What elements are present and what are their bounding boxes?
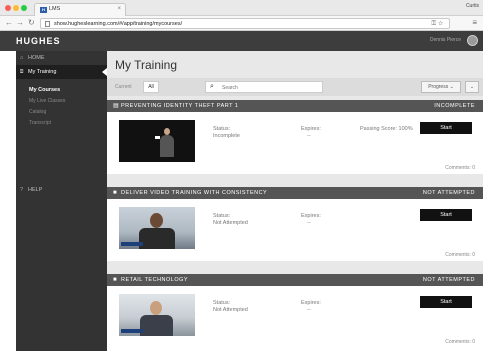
passing-score: Passing Score: 100% xyxy=(360,126,413,132)
sidebar-item-help[interactable]: ? HELP xyxy=(16,183,107,197)
address-bar[interactable]: show.hugheslearning.com/#/app/training/m… xyxy=(40,18,450,29)
presenter-body xyxy=(139,228,175,249)
filter-current[interactable]: Current xyxy=(115,84,132,90)
course-title[interactable]: DELIVER VIDEO TRAINING WITH CONSISTENCY xyxy=(121,187,267,199)
sidebar-item-catalog[interactable]: Catalog xyxy=(16,107,107,118)
presenter-head xyxy=(164,128,170,135)
course-thumbnail[interactable] xyxy=(119,294,195,336)
sidebar-item-transcript[interactable]: Transcript xyxy=(16,118,107,129)
user-name[interactable]: Dennis Pierce xyxy=(430,37,461,43)
key-star-icons[interactable]: ⚿☆ xyxy=(432,21,445,28)
expires-caption: Expires: xyxy=(301,126,321,132)
forward-arrow-icon[interactable]: → xyxy=(16,18,24,28)
course-thumbnail[interactable] xyxy=(119,120,195,162)
app-header: HUGHES Dennis Pierce xyxy=(0,31,483,51)
help-icon: ? xyxy=(20,187,24,193)
back-arrow-icon[interactable]: ← xyxy=(5,18,13,28)
presenter-head xyxy=(150,213,163,228)
reload-icon[interactable]: ↻ xyxy=(28,18,35,28)
lower-third-caption xyxy=(121,242,143,246)
presenter-body xyxy=(140,315,173,336)
sidebar-item-label: My Training xyxy=(28,69,57,75)
course-card: ▤ PREVENTING IDENTITY THEFT PART 1 INCOM… xyxy=(107,100,483,174)
favicon-icon: H xyxy=(40,7,47,13)
home-icon: ⌂ xyxy=(20,55,24,61)
course-title[interactable]: RETAIL TECHNOLOGY xyxy=(121,274,188,286)
sort-dropdown[interactable]: ⌄ xyxy=(465,81,479,93)
comments-link[interactable]: Comments: 0 xyxy=(445,339,475,345)
sidebar: ⌂ HOME ⌸ My Training My Courses My Live Cl… xyxy=(16,51,107,351)
course-card: ■ RETAIL TECHNOLOGY NOT ATTEMPTED Status… xyxy=(107,274,483,351)
sidebar-item-label: HELP xyxy=(28,187,43,193)
video-icon: ■ xyxy=(113,277,118,283)
expires-value: -- xyxy=(307,220,311,226)
course-status-label: NOT ATTEMPTED xyxy=(422,277,475,283)
close-tab-icon[interactable]: × xyxy=(117,6,121,12)
url-text[interactable]: show.hugheslearning.com/#/app/training/m… xyxy=(54,21,182,27)
hughes-logo[interactable]: HUGHES xyxy=(16,36,61,46)
course-status-label: INCOMPLETE xyxy=(434,103,475,109)
close-window-icon[interactable] xyxy=(5,5,11,11)
status-value: Not Attempted xyxy=(213,307,248,313)
start-button[interactable]: Start xyxy=(420,122,472,134)
search-input[interactable] xyxy=(222,84,320,91)
main-content: My Training Current All ⌕ Progress ⌄ ⌄ ▤… xyxy=(107,51,483,351)
course-body: Status: Not Attempted Expires: -- Start … xyxy=(107,199,483,261)
status-value: Not Attempted xyxy=(213,220,248,226)
course-card: ■ DELIVER VIDEO TRAINING WITH CONSISTENC… xyxy=(107,187,483,261)
page-icon xyxy=(45,21,50,27)
chevron-down-icon: ⌄ xyxy=(449,84,454,90)
progress-dropdown-label: Progress xyxy=(428,84,449,90)
course-thumbnail[interactable] xyxy=(119,207,195,249)
status-caption: Status: xyxy=(213,126,231,132)
progress-dropdown[interactable]: Progress ⌄ xyxy=(421,81,461,93)
course-body: Status: Not Attempted Expires: -- Start … xyxy=(107,286,483,348)
lower-third-caption xyxy=(121,329,143,333)
course-header[interactable]: ■ DELIVER VIDEO TRAINING WITH CONSISTENC… xyxy=(107,187,483,199)
course-body: Status: Incomplete Expires: -- Passing S… xyxy=(107,112,483,174)
sidebar-item-label: HOME xyxy=(28,55,45,61)
course-header[interactable]: ■ RETAIL TECHNOLOGY NOT ATTEMPTED xyxy=(107,274,483,286)
browser-profile[interactable]: Curtis xyxy=(466,3,479,9)
expires-caption: Expires: xyxy=(301,213,321,219)
minimize-window-icon[interactable] xyxy=(13,5,19,11)
search-icon: ⌕ xyxy=(210,83,214,90)
filter-all-button[interactable]: All xyxy=(143,81,159,93)
comments-link[interactable]: Comments: 0 xyxy=(445,252,475,258)
sidebar-item-my-live-classes[interactable]: My Live Classes xyxy=(16,96,107,107)
course-title[interactable]: PREVENTING IDENTITY THEFT PART 1 xyxy=(121,100,238,112)
course-status-label: NOT ATTEMPTED xyxy=(422,190,475,196)
presenter-head xyxy=(150,301,162,315)
sidebar-item-my-courses[interactable]: My Courses xyxy=(16,85,107,96)
status-caption: Status: xyxy=(213,300,231,306)
page-title: My Training xyxy=(115,58,178,72)
avatar[interactable] xyxy=(467,35,478,46)
sidebar-item-my-training[interactable]: ⌸ My Training xyxy=(16,65,107,79)
comments-link[interactable]: Comments: 0 xyxy=(445,165,475,171)
browser-toolbar: ← → ↻ show.hugheslearning.com/#/app/trai… xyxy=(0,16,483,31)
status-value: Incomplete xyxy=(213,133,240,139)
expires-value: -- xyxy=(307,133,311,139)
presenter-body xyxy=(160,135,174,157)
browser-tab-strip: H LMS × Curtis xyxy=(0,0,483,16)
status-caption: Status: xyxy=(213,213,231,219)
maximize-window-icon[interactable] xyxy=(21,5,27,11)
sidebar-item-home[interactable]: ⌂ HOME xyxy=(16,51,107,65)
search-box[interactable]: ⌕ xyxy=(205,81,323,93)
video-icon: ■ xyxy=(113,190,118,196)
expires-caption: Expires: xyxy=(301,300,321,306)
start-button[interactable]: Start xyxy=(420,296,472,308)
projector-light xyxy=(155,136,160,139)
filter-bar: Current All ⌕ Progress ⌄ ⌄ xyxy=(107,78,483,96)
start-button[interactable]: Start xyxy=(420,209,472,221)
bank-icon: ⌸ xyxy=(20,69,24,75)
expires-value: -- xyxy=(307,307,311,313)
document-icon: ▤ xyxy=(113,103,120,109)
browser-tab[interactable]: H LMS × xyxy=(34,3,126,16)
tab-title: LMS xyxy=(49,6,61,12)
course-header[interactable]: ▤ PREVENTING IDENTITY THEFT PART 1 INCOM… xyxy=(107,100,483,112)
browser-menu-icon[interactable]: ≡ xyxy=(472,18,477,27)
